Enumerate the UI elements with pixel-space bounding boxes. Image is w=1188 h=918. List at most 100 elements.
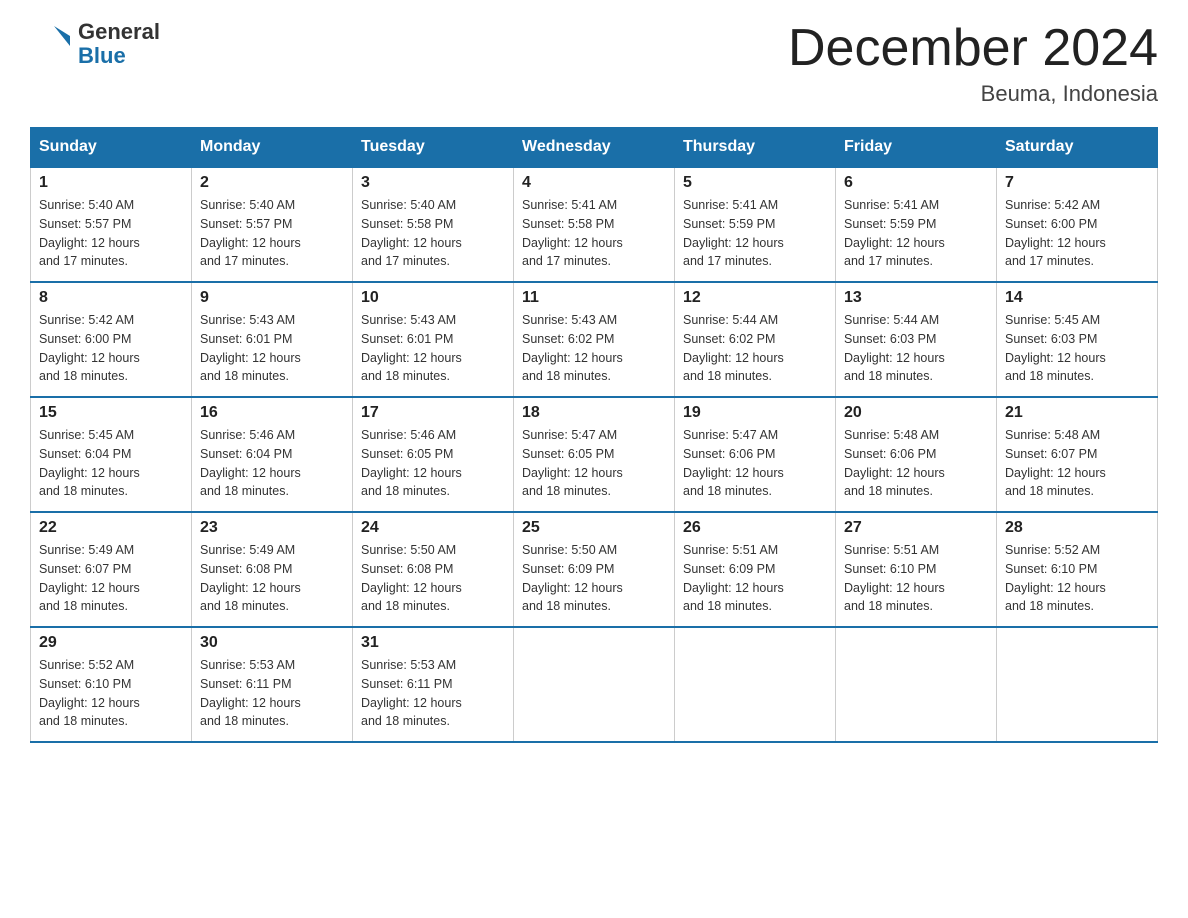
day-info: Sunrise: 5:48 AMSunset: 6:06 PMDaylight:…: [844, 428, 945, 498]
calendar-cell: 14 Sunrise: 5:45 AMSunset: 6:03 PMDaylig…: [997, 282, 1158, 397]
day-number: 19: [683, 404, 827, 422]
day-info: Sunrise: 5:52 AMSunset: 6:10 PMDaylight:…: [39, 658, 140, 728]
logo-blue: Blue: [78, 44, 160, 68]
day-number: 25: [522, 519, 666, 537]
calendar-week-1: 1 Sunrise: 5:40 AMSunset: 5:57 PMDayligh…: [31, 167, 1158, 282]
day-info: Sunrise: 5:51 AMSunset: 6:09 PMDaylight:…: [683, 543, 784, 613]
day-info: Sunrise: 5:47 AMSunset: 6:05 PMDaylight:…: [522, 428, 623, 498]
calendar-cell: 17 Sunrise: 5:46 AMSunset: 6:05 PMDaylig…: [353, 397, 514, 512]
day-info: Sunrise: 5:49 AMSunset: 6:08 PMDaylight:…: [200, 543, 301, 613]
calendar-cell: 24 Sunrise: 5:50 AMSunset: 6:08 PMDaylig…: [353, 512, 514, 627]
header-saturday: Saturday: [997, 128, 1158, 168]
calendar-cell: 31 Sunrise: 5:53 AMSunset: 6:11 PMDaylig…: [353, 627, 514, 742]
header-sunday: Sunday: [31, 128, 192, 168]
day-info: Sunrise: 5:41 AMSunset: 5:59 PMDaylight:…: [844, 198, 945, 268]
day-info: Sunrise: 5:41 AMSunset: 5:58 PMDaylight:…: [522, 198, 623, 268]
calendar-cell: 2 Sunrise: 5:40 AMSunset: 5:57 PMDayligh…: [192, 167, 353, 282]
day-number: 30: [200, 634, 344, 652]
calendar-cell: 20 Sunrise: 5:48 AMSunset: 6:06 PMDaylig…: [836, 397, 997, 512]
day-number: 16: [200, 404, 344, 422]
calendar-cell: [997, 627, 1158, 742]
day-number: 14: [1005, 289, 1149, 307]
day-info: Sunrise: 5:40 AMSunset: 5:57 PMDaylight:…: [39, 198, 140, 268]
day-info: Sunrise: 5:44 AMSunset: 6:03 PMDaylight:…: [844, 313, 945, 383]
calendar-table: SundayMondayTuesdayWednesdayThursdayFrid…: [30, 127, 1158, 743]
calendar-cell: 6 Sunrise: 5:41 AMSunset: 5:59 PMDayligh…: [836, 167, 997, 282]
day-info: Sunrise: 5:46 AMSunset: 6:04 PMDaylight:…: [200, 428, 301, 498]
calendar-cell: 12 Sunrise: 5:44 AMSunset: 6:02 PMDaylig…: [675, 282, 836, 397]
calendar-cell: 29 Sunrise: 5:52 AMSunset: 6:10 PMDaylig…: [31, 627, 192, 742]
day-info: Sunrise: 5:45 AMSunset: 6:04 PMDaylight:…: [39, 428, 140, 498]
day-number: 21: [1005, 404, 1149, 422]
calendar-cell: [514, 627, 675, 742]
calendar-cell: 9 Sunrise: 5:43 AMSunset: 6:01 PMDayligh…: [192, 282, 353, 397]
logo-general: General: [78, 20, 160, 44]
calendar-cell: 3 Sunrise: 5:40 AMSunset: 5:58 PMDayligh…: [353, 167, 514, 282]
day-number: 31: [361, 634, 505, 652]
calendar-week-3: 15 Sunrise: 5:45 AMSunset: 6:04 PMDaylig…: [31, 397, 1158, 512]
calendar-cell: 8 Sunrise: 5:42 AMSunset: 6:00 PMDayligh…: [31, 282, 192, 397]
day-number: 9: [200, 289, 344, 307]
calendar-cell: 19 Sunrise: 5:47 AMSunset: 6:06 PMDaylig…: [675, 397, 836, 512]
day-number: 27: [844, 519, 988, 537]
day-info: Sunrise: 5:42 AMSunset: 6:00 PMDaylight:…: [1005, 198, 1106, 268]
calendar-cell: 25 Sunrise: 5:50 AMSunset: 6:09 PMDaylig…: [514, 512, 675, 627]
day-info: Sunrise: 5:47 AMSunset: 6:06 PMDaylight:…: [683, 428, 784, 498]
day-number: 24: [361, 519, 505, 537]
page-header: General Blue December 2024 Beuma, Indone…: [30, 20, 1158, 107]
calendar-cell: 4 Sunrise: 5:41 AMSunset: 5:58 PMDayligh…: [514, 167, 675, 282]
day-number: 29: [39, 634, 183, 652]
day-info: Sunrise: 5:42 AMSunset: 6:00 PMDaylight:…: [39, 313, 140, 383]
calendar-cell: 10 Sunrise: 5:43 AMSunset: 6:01 PMDaylig…: [353, 282, 514, 397]
calendar-cell: [836, 627, 997, 742]
day-number: 2: [200, 174, 344, 192]
calendar-cell: 5 Sunrise: 5:41 AMSunset: 5:59 PMDayligh…: [675, 167, 836, 282]
day-info: Sunrise: 5:53 AMSunset: 6:11 PMDaylight:…: [361, 658, 462, 728]
month-title: December 2024: [788, 20, 1158, 77]
calendar-cell: 16 Sunrise: 5:46 AMSunset: 6:04 PMDaylig…: [192, 397, 353, 512]
calendar-cell: 22 Sunrise: 5:49 AMSunset: 6:07 PMDaylig…: [31, 512, 192, 627]
day-number: 13: [844, 289, 988, 307]
day-number: 23: [200, 519, 344, 537]
calendar-cell: 1 Sunrise: 5:40 AMSunset: 5:57 PMDayligh…: [31, 167, 192, 282]
calendar-cell: 28 Sunrise: 5:52 AMSunset: 6:10 PMDaylig…: [997, 512, 1158, 627]
day-number: 7: [1005, 174, 1149, 192]
logo: General Blue: [30, 20, 160, 68]
day-number: 8: [39, 289, 183, 307]
calendar-cell: 15 Sunrise: 5:45 AMSunset: 6:04 PMDaylig…: [31, 397, 192, 512]
day-info: Sunrise: 5:46 AMSunset: 6:05 PMDaylight:…: [361, 428, 462, 498]
day-info: Sunrise: 5:48 AMSunset: 6:07 PMDaylight:…: [1005, 428, 1106, 498]
day-info: Sunrise: 5:43 AMSunset: 6:01 PMDaylight:…: [361, 313, 462, 383]
day-info: Sunrise: 5:50 AMSunset: 6:08 PMDaylight:…: [361, 543, 462, 613]
day-number: 22: [39, 519, 183, 537]
calendar-cell: 21 Sunrise: 5:48 AMSunset: 6:07 PMDaylig…: [997, 397, 1158, 512]
logo-text: General Blue: [78, 20, 160, 68]
day-info: Sunrise: 5:41 AMSunset: 5:59 PMDaylight:…: [683, 198, 784, 268]
calendar-week-5: 29 Sunrise: 5:52 AMSunset: 6:10 PMDaylig…: [31, 627, 1158, 742]
day-number: 11: [522, 289, 666, 307]
header-monday: Monday: [192, 128, 353, 168]
calendar-cell: 18 Sunrise: 5:47 AMSunset: 6:05 PMDaylig…: [514, 397, 675, 512]
calendar-week-2: 8 Sunrise: 5:42 AMSunset: 6:00 PMDayligh…: [31, 282, 1158, 397]
calendar-cell: 30 Sunrise: 5:53 AMSunset: 6:11 PMDaylig…: [192, 627, 353, 742]
logo-icon: [30, 22, 74, 66]
day-number: 28: [1005, 519, 1149, 537]
day-info: Sunrise: 5:43 AMSunset: 6:01 PMDaylight:…: [200, 313, 301, 383]
calendar-week-4: 22 Sunrise: 5:49 AMSunset: 6:07 PMDaylig…: [31, 512, 1158, 627]
day-info: Sunrise: 5:45 AMSunset: 6:03 PMDaylight:…: [1005, 313, 1106, 383]
day-number: 15: [39, 404, 183, 422]
day-info: Sunrise: 5:40 AMSunset: 5:57 PMDaylight:…: [200, 198, 301, 268]
location: Beuma, Indonesia: [788, 81, 1158, 107]
day-number: 17: [361, 404, 505, 422]
day-info: Sunrise: 5:49 AMSunset: 6:07 PMDaylight:…: [39, 543, 140, 613]
day-number: 26: [683, 519, 827, 537]
day-number: 3: [361, 174, 505, 192]
logo: General Blue: [30, 20, 160, 68]
day-number: 18: [522, 404, 666, 422]
day-number: 5: [683, 174, 827, 192]
calendar-cell: 23 Sunrise: 5:49 AMSunset: 6:08 PMDaylig…: [192, 512, 353, 627]
calendar-cell: 11 Sunrise: 5:43 AMSunset: 6:02 PMDaylig…: [514, 282, 675, 397]
calendar-cell: 7 Sunrise: 5:42 AMSunset: 6:00 PMDayligh…: [997, 167, 1158, 282]
day-number: 6: [844, 174, 988, 192]
day-info: Sunrise: 5:40 AMSunset: 5:58 PMDaylight:…: [361, 198, 462, 268]
